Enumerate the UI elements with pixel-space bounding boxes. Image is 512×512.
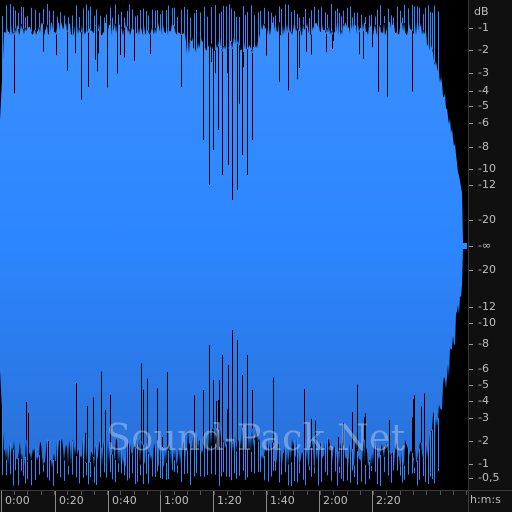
time-minor-tick: [240, 491, 241, 495]
db-tick-lower-label: -12: [478, 300, 496, 313]
time-minor-tick: [200, 491, 201, 495]
time-tick-label: 1:40: [270, 494, 295, 507]
waveform-editor: -1 -2 -3 -4 -5 -6 -8 -10 -12 -20 -∞ -20 -12 -10 -8 -6 -5…: [0, 0, 512, 512]
time-ruler[interactable]: 0:00 0:20 0:40 1:00 1:20 1:40 2:00 2:20: [0, 490, 468, 512]
time-minor-tick: [94, 491, 95, 495]
time-minor-tick: [41, 491, 42, 495]
time-minor-tick: [253, 491, 254, 495]
time-minor-tick: [293, 491, 294, 495]
db-tick-lower-label: -2: [478, 434, 489, 447]
time-minor-tick: [214, 491, 215, 495]
db-tick-lower-label: -1: [478, 457, 489, 470]
db-tick-lower-label: -10: [478, 316, 496, 329]
time-minor-tick: [267, 491, 268, 495]
db-unit-label: dB: [474, 5, 489, 18]
waveform-display[interactable]: [0, 0, 468, 490]
time-minor-tick: [307, 491, 308, 495]
time-tick-label: 0:40: [112, 494, 137, 507]
db-ruler: -1 -2 -3 -4 -5 -6 -8 -10 -12 -20 -∞ -20 -12 -10 -8 -6 -5…: [468, 0, 512, 490]
time-minor-tick: [27, 491, 28, 495]
db-tick-upper-label: -1: [478, 21, 489, 34]
time-minor-tick: [147, 491, 148, 495]
db-tick-upper-label: -12: [478, 178, 496, 191]
db-tick-lower-label: -3: [478, 411, 489, 424]
time-minor-tick: [400, 491, 401, 495]
time-tick-label: 2:20: [376, 494, 401, 507]
time-minor-tick: [174, 491, 175, 495]
db-tick-upper-label: -4: [478, 84, 489, 97]
db-tick-upper-label: -10: [478, 162, 496, 175]
time-tick-label: 1:20: [217, 494, 242, 507]
time-minor-tick: [107, 491, 108, 495]
db-tick-lower-label: -20: [478, 263, 496, 276]
time-minor-tick: [453, 491, 454, 495]
db-tick-upper-label: -8: [478, 140, 489, 153]
time-tick-label: 2:00: [323, 494, 348, 507]
time-minor-tick: [187, 491, 188, 495]
time-minor-tick: [373, 491, 374, 495]
time-minor-tick: [54, 491, 55, 495]
waveform-svg[interactable]: [0, 0, 468, 490]
time-minor-tick: [227, 491, 228, 495]
waveform-body: [0, 22, 467, 468]
time-tick-label: 1:00: [164, 494, 189, 507]
db-tick-lower-label: -4: [478, 394, 489, 407]
time-minor-tick: [440, 491, 441, 495]
db-tick-upper-label: -3: [478, 66, 489, 79]
db-tick-upper-label: -20: [478, 213, 496, 226]
time-tick-label: 0:20: [59, 494, 84, 507]
db-tick-upper-label: -2: [478, 43, 489, 56]
db-tick-center-label: -∞: [478, 239, 492, 252]
time-minor-tick: [413, 491, 414, 495]
time-minor-tick: [426, 491, 427, 495]
time-minor-tick: [280, 491, 281, 495]
time-tick: 0:00: [1, 491, 30, 512]
time-unit-label: h:m:s: [470, 493, 501, 506]
time-minor-tick: [333, 491, 334, 495]
db-tick-upper-label: -6: [478, 116, 489, 129]
time-minor-tick: [360, 491, 361, 495]
time-tick: 0:40: [108, 491, 137, 512]
time-minor-tick: [386, 491, 387, 495]
time-minor-tick: [81, 491, 82, 495]
time-minor-tick: [160, 491, 161, 495]
time-minor-tick: [14, 491, 15, 495]
time-tick-label: 0:00: [5, 494, 30, 507]
time-tick: 0:20: [55, 491, 84, 512]
time-minor-tick: [320, 491, 321, 495]
time-minor-tick: [466, 491, 467, 495]
db-tick-lower-label: -8: [478, 337, 489, 350]
db-tick-lower-label: -0,5: [478, 471, 500, 484]
db-tick-lower-label: -5: [478, 378, 489, 391]
db-tick-lower-label: -6: [478, 362, 489, 375]
time-minor-tick: [347, 491, 348, 495]
db-tick-upper-label: -5: [478, 99, 489, 112]
time-minor-tick: [120, 491, 121, 495]
time-minor-tick: [134, 491, 135, 495]
time-minor-tick: [67, 491, 68, 495]
